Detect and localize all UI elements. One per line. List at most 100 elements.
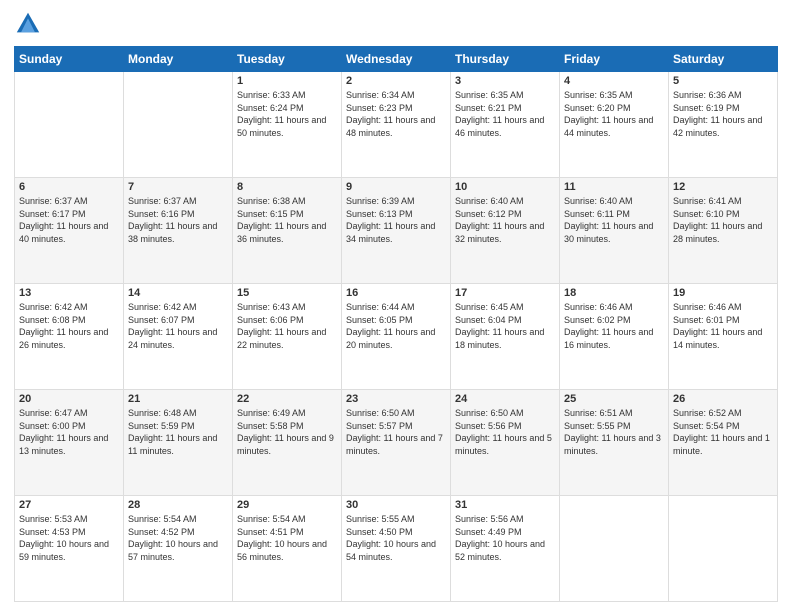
calendar-header-friday: Friday bbox=[560, 47, 669, 72]
calendar-week-1: 6 Sunrise: 6:37 AM Sunset: 6:17 PM Daylig… bbox=[15, 178, 778, 284]
day-number: 26 bbox=[673, 393, 773, 405]
calendar-week-3: 20 Sunrise: 6:47 AM Sunset: 6:00 PM Dayli… bbox=[15, 390, 778, 496]
calendar-cell: 28 Sunrise: 5:54 AM Sunset: 4:52 PM Dayli… bbox=[124, 496, 233, 602]
logo bbox=[14, 10, 46, 38]
day-number: 12 bbox=[673, 181, 773, 193]
day-number: 15 bbox=[237, 287, 337, 299]
calendar-header-tuesday: Tuesday bbox=[233, 47, 342, 72]
day-number: 10 bbox=[455, 181, 555, 193]
day-number: 5 bbox=[673, 75, 773, 87]
calendar-cell: 6 Sunrise: 6:37 AM Sunset: 6:17 PM Daylig… bbox=[15, 178, 124, 284]
day-info: Sunrise: 6:33 AM Sunset: 6:24 PM Dayligh… bbox=[237, 89, 337, 139]
calendar-cell: 24 Sunrise: 6:50 AM Sunset: 5:56 PM Dayli… bbox=[451, 390, 560, 496]
day-info: Sunrise: 6:43 AM Sunset: 6:06 PM Dayligh… bbox=[237, 301, 337, 351]
day-number: 20 bbox=[19, 393, 119, 405]
calendar-cell bbox=[124, 72, 233, 178]
day-info: Sunrise: 6:46 AM Sunset: 6:02 PM Dayligh… bbox=[564, 301, 664, 351]
calendar-cell: 4 Sunrise: 6:35 AM Sunset: 6:20 PM Daylig… bbox=[560, 72, 669, 178]
calendar-cell: 5 Sunrise: 6:36 AM Sunset: 6:19 PM Daylig… bbox=[669, 72, 778, 178]
calendar-header-monday: Monday bbox=[124, 47, 233, 72]
calendar-cell: 15 Sunrise: 6:43 AM Sunset: 6:06 PM Dayli… bbox=[233, 284, 342, 390]
day-info: Sunrise: 6:48 AM Sunset: 5:59 PM Dayligh… bbox=[128, 407, 228, 457]
day-number: 29 bbox=[237, 499, 337, 511]
day-info: Sunrise: 6:49 AM Sunset: 5:58 PM Dayligh… bbox=[237, 407, 337, 457]
day-number: 23 bbox=[346, 393, 446, 405]
day-info: Sunrise: 6:50 AM Sunset: 5:56 PM Dayligh… bbox=[455, 407, 555, 457]
day-info: Sunrise: 6:38 AM Sunset: 6:15 PM Dayligh… bbox=[237, 195, 337, 245]
day-info: Sunrise: 6:51 AM Sunset: 5:55 PM Dayligh… bbox=[564, 407, 664, 457]
calendar-cell: 13 Sunrise: 6:42 AM Sunset: 6:08 PM Dayli… bbox=[15, 284, 124, 390]
day-number: 17 bbox=[455, 287, 555, 299]
calendar-header-thursday: Thursday bbox=[451, 47, 560, 72]
calendar-cell: 31 Sunrise: 5:56 AM Sunset: 4:49 PM Dayli… bbox=[451, 496, 560, 602]
calendar-cell: 3 Sunrise: 6:35 AM Sunset: 6:21 PM Daylig… bbox=[451, 72, 560, 178]
day-info: Sunrise: 6:52 AM Sunset: 5:54 PM Dayligh… bbox=[673, 407, 773, 457]
calendar-week-4: 27 Sunrise: 5:53 AM Sunset: 4:53 PM Dayli… bbox=[15, 496, 778, 602]
day-info: Sunrise: 6:37 AM Sunset: 6:17 PM Dayligh… bbox=[19, 195, 119, 245]
day-number: 6 bbox=[19, 181, 119, 193]
calendar-header-sunday: Sunday bbox=[15, 47, 124, 72]
day-info: Sunrise: 6:35 AM Sunset: 6:21 PM Dayligh… bbox=[455, 89, 555, 139]
calendar-cell bbox=[560, 496, 669, 602]
day-number: 25 bbox=[564, 393, 664, 405]
calendar-cell: 19Sunrise: 6:46 AM Sunset: 6:01 PM Dayli… bbox=[669, 284, 778, 390]
day-info: Sunrise: 5:53 AM Sunset: 4:53 PM Dayligh… bbox=[19, 513, 119, 563]
day-number: 24 bbox=[455, 393, 555, 405]
calendar-cell: 21 Sunrise: 6:48 AM Sunset: 5:59 PM Dayli… bbox=[124, 390, 233, 496]
day-info: Sunrise: 6:42 AM Sunset: 6:08 PM Dayligh… bbox=[19, 301, 119, 351]
calendar-cell: 27 Sunrise: 5:53 AM Sunset: 4:53 PM Dayli… bbox=[15, 496, 124, 602]
day-info: Sunrise: 5:56 AM Sunset: 4:49 PM Dayligh… bbox=[455, 513, 555, 563]
day-info: Sunrise: 6:39 AM Sunset: 6:13 PM Dayligh… bbox=[346, 195, 446, 245]
day-number: 27 bbox=[19, 499, 119, 511]
calendar-cell: 30 Sunrise: 5:55 AM Sunset: 4:50 PM Dayli… bbox=[342, 496, 451, 602]
day-info: Sunrise: 6:45 AM Sunset: 6:04 PM Dayligh… bbox=[455, 301, 555, 351]
day-number: 16 bbox=[346, 287, 446, 299]
calendar-cell bbox=[669, 496, 778, 602]
calendar-table: SundayMondayTuesdayWednesdayThursdayFrid… bbox=[14, 46, 778, 602]
day-number: 3 bbox=[455, 75, 555, 87]
day-number: 30 bbox=[346, 499, 446, 511]
day-number: 22 bbox=[237, 393, 337, 405]
calendar-cell: 8Sunrise: 6:38 AM Sunset: 6:15 PM Daylig… bbox=[233, 178, 342, 284]
day-info: Sunrise: 6:35 AM Sunset: 6:20 PM Dayligh… bbox=[564, 89, 664, 139]
logo-icon bbox=[14, 10, 42, 38]
calendar-cell: 17 Sunrise: 6:45 AM Sunset: 6:04 PM Dayli… bbox=[451, 284, 560, 390]
day-info: Sunrise: 6:36 AM Sunset: 6:19 PM Dayligh… bbox=[673, 89, 773, 139]
calendar-cell: 7Sunrise: 6:37 AM Sunset: 6:16 PM Daylig… bbox=[124, 178, 233, 284]
day-number: 13 bbox=[19, 287, 119, 299]
day-number: 9 bbox=[346, 181, 446, 193]
calendar-header-saturday: Saturday bbox=[669, 47, 778, 72]
day-number: 11 bbox=[564, 181, 664, 193]
day-number: 14 bbox=[128, 287, 228, 299]
day-number: 21 bbox=[128, 393, 228, 405]
calendar-cell: 23Sunrise: 6:50 AM Sunset: 5:57 PM Dayli… bbox=[342, 390, 451, 496]
calendar-cell: 14 Sunrise: 6:42 AM Sunset: 6:07 PM Dayli… bbox=[124, 284, 233, 390]
day-number: 2 bbox=[346, 75, 446, 87]
day-info: Sunrise: 5:54 AM Sunset: 4:51 PM Dayligh… bbox=[237, 513, 337, 563]
day-info: Sunrise: 6:34 AM Sunset: 6:23 PM Dayligh… bbox=[346, 89, 446, 139]
day-number: 31 bbox=[455, 499, 555, 511]
day-info: Sunrise: 6:37 AM Sunset: 6:16 PM Dayligh… bbox=[128, 195, 228, 245]
day-number: 28 bbox=[128, 499, 228, 511]
calendar-cell bbox=[15, 72, 124, 178]
day-number: 1 bbox=[237, 75, 337, 87]
day-info: Sunrise: 6:40 AM Sunset: 6:12 PM Dayligh… bbox=[455, 195, 555, 245]
calendar-body: 1 Sunrise: 6:33 AM Sunset: 6:24 PM Daylig… bbox=[15, 72, 778, 602]
calendar-cell: 18Sunrise: 6:46 AM Sunset: 6:02 PM Dayli… bbox=[560, 284, 669, 390]
calendar-cell: 22 Sunrise: 6:49 AM Sunset: 5:58 PM Dayli… bbox=[233, 390, 342, 496]
calendar-cell: 20 Sunrise: 6:47 AM Sunset: 6:00 PM Dayli… bbox=[15, 390, 124, 496]
calendar-cell: 11Sunrise: 6:40 AM Sunset: 6:11 PM Dayli… bbox=[560, 178, 669, 284]
calendar-cell: 10 Sunrise: 6:40 AM Sunset: 6:12 PM Dayli… bbox=[451, 178, 560, 284]
day-number: 4 bbox=[564, 75, 664, 87]
day-info: Sunrise: 6:42 AM Sunset: 6:07 PM Dayligh… bbox=[128, 301, 228, 351]
day-info: Sunrise: 6:47 AM Sunset: 6:00 PM Dayligh… bbox=[19, 407, 119, 457]
calendar-cell: 16Sunrise: 6:44 AM Sunset: 6:05 PM Dayli… bbox=[342, 284, 451, 390]
calendar-cell: 1 Sunrise: 6:33 AM Sunset: 6:24 PM Daylig… bbox=[233, 72, 342, 178]
day-info: Sunrise: 5:55 AM Sunset: 4:50 PM Dayligh… bbox=[346, 513, 446, 563]
calendar-header-row: SundayMondayTuesdayWednesdayThursdayFrid… bbox=[15, 47, 778, 72]
calendar-cell: 9 Sunrise: 6:39 AM Sunset: 6:13 PM Daylig… bbox=[342, 178, 451, 284]
day-info: Sunrise: 5:54 AM Sunset: 4:52 PM Dayligh… bbox=[128, 513, 228, 563]
calendar-week-0: 1 Sunrise: 6:33 AM Sunset: 6:24 PM Daylig… bbox=[15, 72, 778, 178]
page-header bbox=[14, 10, 778, 38]
calendar-cell: 2 Sunrise: 6:34 AM Sunset: 6:23 PM Daylig… bbox=[342, 72, 451, 178]
